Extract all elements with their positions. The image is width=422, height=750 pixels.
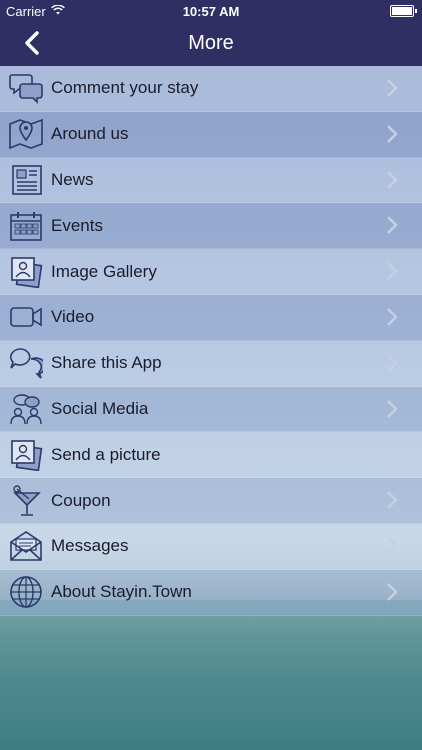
clock: 10:57 AM [182,4,240,19]
chevron-right-icon [387,399,398,418]
menu-item-label: Events [51,215,103,235]
menu-item-label: Social Media [51,398,149,418]
speech-bubbles-icon [8,70,44,106]
menu-item-video[interactable]: Video [0,294,422,341]
chevron-right-icon [387,216,398,235]
menu-item-image-gallery[interactable]: Image Gallery [0,249,422,295]
menu-item-news[interactable]: News [0,157,422,204]
menu-item-label: News [51,169,94,189]
menu-item-label: Comment your stay [51,78,199,98]
send-picture-icon [8,437,44,473]
menu-item-label: Image Gallery [51,261,157,281]
chevron-right-icon [387,353,398,372]
cocktail-icon [8,483,44,519]
menu-item-social-media[interactable]: Social Media [0,386,422,433]
battery-icon [390,5,417,17]
menu-item-label: Around us [51,124,129,144]
menu-item-about[interactable]: About Stayin.Town [0,569,422,616]
chevron-right-icon [387,491,398,510]
envelope-icon [8,528,44,564]
menu-item-label: About Stayin.Town [51,582,192,602]
menu-item-label: Coupon [51,490,111,510]
map-pin-icon [8,116,44,152]
video-camera-icon [8,299,44,335]
menu-item-label: Video [51,307,95,327]
menu-list: Comment your stay Around us News Events … [0,66,422,616]
chevron-right-icon [387,262,398,281]
menu-item-events[interactable]: Events [0,203,422,250]
chevron-right-icon [387,124,398,143]
newspaper-icon [8,162,44,198]
menu-item-coupon[interactable]: Coupon [0,478,422,524]
globe-icon [8,574,44,610]
chevron-right-icon [387,170,398,189]
menu-item-share-app[interactable]: Share this App [0,340,422,387]
menu-item-label: Share this App [51,353,162,373]
calendar-icon [8,208,44,244]
menu-item-around-us[interactable]: Around us [0,111,422,158]
page-title: More [188,32,234,54]
menu-item-label: Messages [51,536,129,556]
photo-gallery-icon [8,254,44,290]
chevron-right-icon [387,79,398,97]
menu-item-label: Send a picture [51,444,161,464]
people-icon [8,391,44,427]
background-sea [0,600,422,750]
status-bar: Carrier 10:57 AM [0,0,422,22]
menu-item-comment[interactable]: Comment your stay [0,66,422,112]
chevron-right-icon [387,582,398,601]
navigation-bar: More [0,22,422,66]
chevron-right-icon [387,537,398,555]
menu-item-send-picture[interactable]: Send a picture [0,432,422,479]
chevron-right-icon [387,308,398,326]
share-bubbles-icon [8,345,44,381]
menu-item-messages[interactable]: Messages [0,523,422,570]
chevron-right-icon [387,445,398,464]
